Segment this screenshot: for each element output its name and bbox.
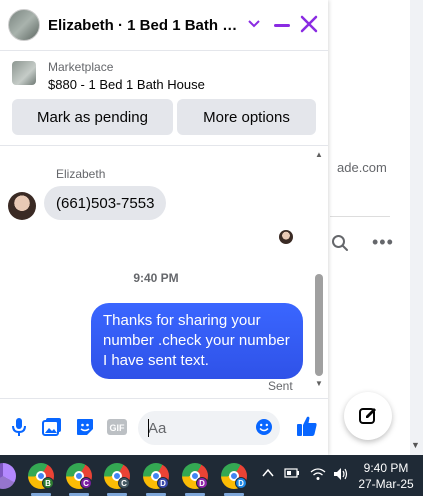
clock-date: 27-Mar-25 [358,477,414,491]
chrome-profile-icon[interactable]: C [66,463,92,489]
profile-badge: D [235,477,247,489]
sent-status: Sent [268,379,293,393]
volume-icon[interactable] [333,467,349,484]
background-divider [330,216,390,217]
profile-badge: D [196,477,208,489]
page-scroll-down-arrow[interactable]: ▼ [411,440,420,450]
more-options-button[interactable]: More options [177,99,316,135]
more-icon[interactable]: ••• [372,232,394,253]
gif-label: GIF [110,423,126,433]
chrome-profile-icon[interactable]: B [28,463,54,489]
system-clock[interactable]: 9:40 PM 27-Mar-25 [358,460,414,492]
chrome-profile-icon[interactable]: D [221,463,247,489]
marketplace-label: Marketplace [48,60,114,74]
scrollbar-thumb[interactable] [315,274,323,376]
partial-app-icon[interactable] [0,463,16,489]
profile-badge: D [157,477,169,489]
sticker-icon[interactable] [75,417,95,437]
chrome-profile-icon[interactable]: D [143,463,169,489]
incoming-message-bubble[interactable]: (661)503-7553 [44,186,167,220]
background-url-text: ade.com [337,160,387,175]
listing-avatar[interactable] [8,9,40,41]
chevron-up-icon[interactable] [262,467,274,482]
scroll-up-arrow[interactable]: ▲ [315,150,323,159]
chat-title[interactable]: Elizabeth · 1 Bed 1 Bath Ho... [48,17,244,34]
emoji-icon[interactable] [254,417,274,437]
chevron-down-icon[interactable] [247,17,261,31]
mark-as-pending-button[interactable]: Mark as pending [12,99,173,135]
message-composer: GIF [0,398,328,455]
scroll-down-arrow[interactable]: ▼ [315,379,323,388]
search-icon[interactable] [331,234,349,252]
compose-icon [359,408,376,424]
profile-badge: B [42,477,54,489]
marketplace-listing-panel: Marketplace $880 - 1 Bed 1 Bath House Ma… [0,51,328,146]
gif-icon[interactable]: GIF [106,417,128,437]
sender-avatar[interactable] [8,192,36,220]
new-message-button[interactable] [344,392,392,440]
photo-icon[interactable] [42,417,62,437]
listing-thumbnail[interactable] [12,61,36,85]
close-icon[interactable] [300,15,318,33]
windows-taskbar: B C C D D D 9:40 PM 27-Mar-25 [0,455,423,496]
minimize-button[interactable] [274,24,290,27]
messenger-chat-window: Elizabeth · 1 Bed 1 Bath Ho... Marketpla… [0,0,328,455]
clock-time: 9:40 PM [363,461,409,475]
microphone-icon[interactable] [9,417,29,437]
sender-name: Elizabeth [56,167,106,181]
chrome-profile-icon[interactable]: C [104,463,130,489]
listing-title[interactable]: $880 - 1 Bed 1 Bath House [48,77,205,92]
thumbs-up-icon[interactable] [295,414,319,438]
screen: ade.com ••• ▼ Elizabeth · 1 Bed 1 Bath H… [0,0,423,496]
profile-badge: C [80,477,92,489]
outgoing-message-bubble[interactable]: Thanks for sharing your number .check yo… [91,303,303,379]
text-cursor [148,419,149,437]
seen-indicator-avatar [279,230,293,244]
wifi-icon[interactable] [310,467,326,484]
message-list: Elizabeth (661)503-7553 9:40 PM Thanks f… [0,146,328,394]
chrome-profile-icon[interactable]: D [182,463,208,489]
profile-badge: C [118,477,130,489]
battery-icon[interactable] [284,467,300,482]
chat-scrollbar[interactable]: ▲ ▼ [313,150,325,392]
message-timestamp: 9:40 PM [133,271,179,285]
